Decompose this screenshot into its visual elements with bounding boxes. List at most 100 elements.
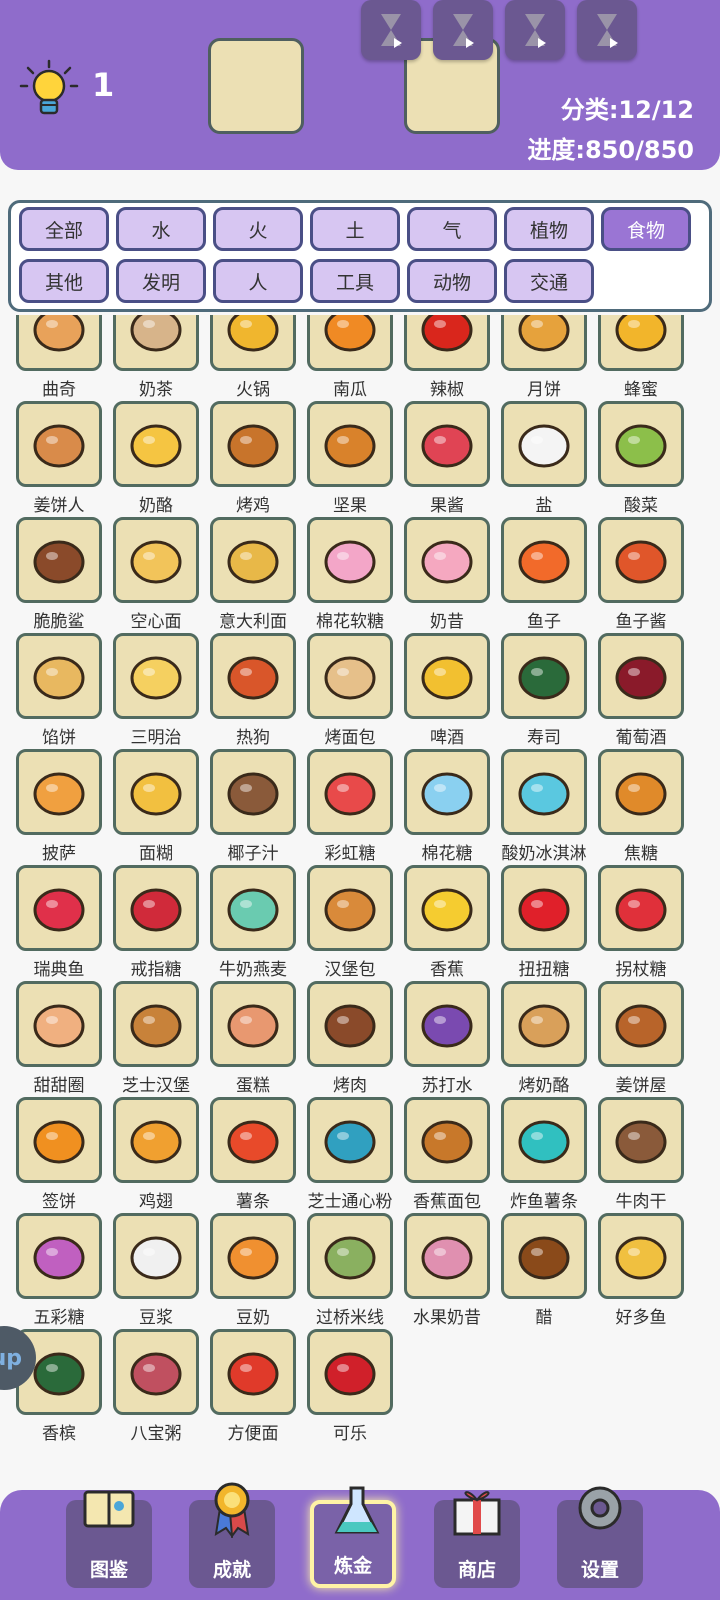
element-item[interactable]: 烤奶酪 — [501, 981, 587, 1096]
element-tile[interactable] — [113, 981, 199, 1067]
element-tile[interactable] — [404, 981, 490, 1067]
element-item[interactable]: 鱼子酱 — [598, 517, 684, 632]
element-item[interactable]: 酸菜 — [598, 401, 684, 516]
category-tab[interactable]: 人 — [213, 259, 303, 303]
element-tile[interactable] — [598, 865, 684, 951]
element-tile[interactable] — [404, 401, 490, 487]
element-item[interactable]: 鱼子 — [501, 517, 587, 632]
element-tile[interactable] — [16, 865, 102, 951]
element-item[interactable]: 好多鱼 — [598, 1213, 684, 1328]
element-item[interactable]: 南瓜 — [307, 315, 393, 400]
element-tile[interactable] — [113, 1097, 199, 1183]
element-tile[interactable] — [210, 1213, 296, 1299]
element-tile[interactable] — [501, 633, 587, 719]
element-tile[interactable] — [210, 1329, 296, 1415]
element-item[interactable]: 可乐 — [307, 1329, 393, 1444]
element-tile[interactable] — [501, 981, 587, 1067]
element-tile[interactable] — [16, 1213, 102, 1299]
element-tile[interactable] — [404, 1097, 490, 1183]
nav-gift-button[interactable]: 商店 — [434, 1491, 520, 1588]
element-tile[interactable] — [501, 1213, 587, 1299]
element-tile[interactable] — [16, 749, 102, 835]
element-tile[interactable] — [404, 749, 490, 835]
element-item[interactable]: 豆浆 — [113, 1213, 199, 1328]
element-item[interactable]: 八宝粥 — [113, 1329, 199, 1444]
element-item[interactable]: 蜂蜜 — [598, 315, 684, 400]
hourglass-video-button[interactable] — [505, 0, 565, 60]
element-item[interactable]: 五彩糖 — [16, 1213, 102, 1328]
element-item[interactable]: 签饼 — [16, 1097, 102, 1212]
element-item[interactable]: 汉堡包 — [307, 865, 393, 980]
element-item[interactable]: 过桥米线 — [307, 1213, 393, 1328]
element-item[interactable]: 姜饼屋 — [598, 981, 684, 1096]
element-tile[interactable] — [16, 315, 102, 371]
element-tile[interactable] — [501, 401, 587, 487]
element-item[interactable]: 奶酪 — [113, 401, 199, 516]
element-tile[interactable] — [307, 401, 393, 487]
element-tile[interactable] — [210, 749, 296, 835]
element-tile[interactable] — [404, 315, 490, 371]
element-item[interactable]: 脆脆鲨 — [16, 517, 102, 632]
element-item[interactable]: 焦糖 — [598, 749, 684, 864]
element-tile[interactable] — [307, 865, 393, 951]
element-item[interactable]: 甜甜圈 — [16, 981, 102, 1096]
element-tile[interactable] — [113, 315, 199, 371]
element-tile[interactable] — [501, 517, 587, 603]
category-tab[interactable]: 土 — [310, 207, 400, 251]
category-tab[interactable]: 气 — [407, 207, 497, 251]
element-tile[interactable] — [307, 517, 393, 603]
element-tile[interactable] — [113, 517, 199, 603]
element-tile[interactable] — [598, 1213, 684, 1299]
element-item[interactable]: 椰子汁 — [210, 749, 296, 864]
element-item[interactable]: 棉花软糖 — [307, 517, 393, 632]
category-tab[interactable]: 火 — [213, 207, 303, 251]
element-tile[interactable] — [210, 517, 296, 603]
element-item[interactable]: 扭扭糖 — [501, 865, 587, 980]
element-tile[interactable] — [210, 865, 296, 951]
element-item[interactable]: 热狗 — [210, 633, 296, 748]
element-tile[interactable] — [598, 1097, 684, 1183]
hourglass-video-button[interactable] — [577, 0, 637, 60]
element-item[interactable]: 葡萄酒 — [598, 633, 684, 748]
element-item[interactable]: 棉花糖 — [404, 749, 490, 864]
element-item[interactable]: 火锅 — [210, 315, 296, 400]
element-tile[interactable] — [210, 315, 296, 371]
element-item[interactable]: 鸡翅 — [113, 1097, 199, 1212]
element-item[interactable]: 牛奶燕麦 — [210, 865, 296, 980]
element-item[interactable]: 姜饼人 — [16, 401, 102, 516]
element-tile[interactable] — [598, 401, 684, 487]
element-tile[interactable] — [210, 401, 296, 487]
element-tile[interactable] — [307, 749, 393, 835]
element-item[interactable]: 烤鸡 — [210, 401, 296, 516]
category-tab[interactable]: 水 — [116, 207, 206, 251]
category-tab[interactable]: 其他 — [19, 259, 109, 303]
element-tile[interactable] — [598, 517, 684, 603]
element-tile[interactable] — [404, 633, 490, 719]
element-tile[interactable] — [501, 1097, 587, 1183]
category-tab[interactable]: 全部 — [19, 207, 109, 251]
element-tile[interactable] — [16, 981, 102, 1067]
element-tile[interactable] — [501, 865, 587, 951]
hourglass-video-button[interactable] — [433, 0, 493, 60]
element-item[interactable]: 果酱 — [404, 401, 490, 516]
element-item[interactable]: 盐 — [501, 401, 587, 516]
element-tile[interactable] — [598, 633, 684, 719]
category-tab[interactable]: 动物 — [407, 259, 497, 303]
element-tile[interactable] — [210, 1097, 296, 1183]
element-item[interactable]: 芝士通心粉 — [307, 1097, 393, 1212]
category-tab[interactable]: 交通 — [504, 259, 594, 303]
element-item[interactable]: 牛肉干 — [598, 1097, 684, 1212]
element-item[interactable]: 戒指糖 — [113, 865, 199, 980]
nav-flask-button[interactable]: 炼金 — [310, 1486, 396, 1588]
element-item[interactable]: 月饼 — [501, 315, 587, 400]
element-tile[interactable] — [404, 865, 490, 951]
element-tile[interactable] — [501, 749, 587, 835]
element-tile[interactable] — [598, 749, 684, 835]
element-item[interactable]: 薯条 — [210, 1097, 296, 1212]
element-tile[interactable] — [307, 633, 393, 719]
element-tile[interactable] — [113, 1213, 199, 1299]
element-tile[interactable] — [16, 401, 102, 487]
element-item[interactable]: 水果奶昔 — [404, 1213, 490, 1328]
element-tile[interactable] — [307, 981, 393, 1067]
element-item[interactable]: 方便面 — [210, 1329, 296, 1444]
